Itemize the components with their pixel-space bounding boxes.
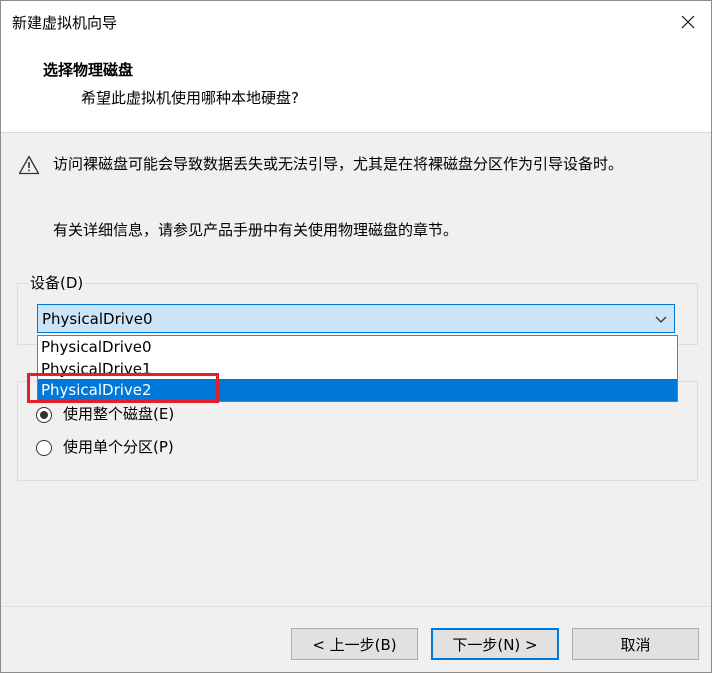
warning-icon (18, 155, 40, 175)
use-entire-disk-label[interactable]: 使用整个磁盘(E) (63, 403, 174, 424)
window-title: 新建虚拟机向导 (12, 14, 118, 32)
back-button[interactable]: < 上一步(B) (291, 628, 418, 660)
close-button[interactable] (665, 1, 711, 43)
use-entire-disk-radio[interactable] (36, 407, 52, 423)
use-single-partition-radio[interactable] (36, 440, 52, 456)
dropdown-option-physicaldrive2[interactable]: PhysicalDrive2 (38, 379, 677, 401)
cancel-button[interactable]: 取消 (572, 628, 699, 660)
device-combobox[interactable]: PhysicalDrive0 (37, 304, 675, 333)
page-subtitle: 希望此虚拟机使用哪种本地硬盘? (81, 89, 299, 107)
use-single-partition-label[interactable]: 使用单个分区(P) (63, 436, 174, 457)
device-group-label: 设备(D) (28, 272, 86, 293)
device-dropdown-list: PhysicalDrive0 PhysicalDrive1 PhysicalDr… (37, 335, 678, 402)
usage-group-label-stub (28, 371, 34, 387)
warning-text: 访问裸磁盘可能会导致数据丢失或无法引导，尤其是在将裸磁盘分区作为引导设备时。 (53, 155, 624, 173)
title-bar: 新建虚拟机向导 (1, 1, 711, 43)
page-title: 选择物理磁盘 (43, 61, 134, 79)
dropdown-option-physicaldrive0[interactable]: PhysicalDrive0 (38, 336, 677, 358)
chevron-down-icon (655, 316, 667, 323)
info-text: 有关详细信息，请参见产品手册中有关使用物理磁盘的章节。 (53, 221, 459, 239)
next-button[interactable]: 下一步(N) > (431, 628, 559, 660)
close-icon (681, 15, 695, 29)
wizard-window: 新建虚拟机向导 选择物理磁盘 希望此虚拟机使用哪种本地硬盘? 访问裸磁盘可能会导… (0, 0, 712, 673)
wizard-header: 选择物理磁盘 希望此虚拟机使用哪种本地硬盘? (1, 43, 711, 133)
dropdown-option-physicaldrive1[interactable]: PhysicalDrive1 (38, 358, 677, 380)
device-combobox-value: PhysicalDrive0 (42, 310, 153, 328)
